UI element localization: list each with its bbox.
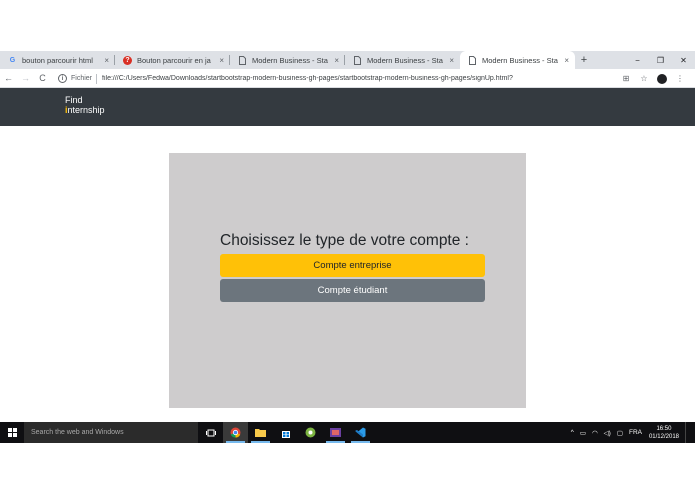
url-text[interactable]: file:///C:/Users/Fedwa/Downloads/startbo… xyxy=(102,75,513,82)
site-logo[interactable]: Find internship xyxy=(65,95,105,115)
taskbar: Search the web and Windows ^ ▭ ◠ ◁) ▢ FR xyxy=(0,422,695,443)
company-account-button[interactable]: Compte entreprise xyxy=(220,254,485,277)
logo-line2-text: nternship xyxy=(67,105,105,115)
file-explorer-icon[interactable] xyxy=(248,422,273,443)
chrome-icon[interactable] xyxy=(223,422,248,443)
menu-icon[interactable]: ⋮ xyxy=(671,69,689,88)
back-icon[interactable]: ← xyxy=(0,69,17,88)
scheme-label: Fichier xyxy=(71,75,93,82)
browser-tab-active[interactable]: Modern Business - Sta × xyxy=(460,51,575,69)
battery-icon[interactable]: ▭ xyxy=(580,429,586,437)
profile-avatar[interactable] xyxy=(657,73,667,84)
browser-tab[interactable]: ? Bouton parcourir en ja × xyxy=(115,51,230,69)
reload-icon[interactable]: C xyxy=(34,69,51,88)
tab-title: Modern Business - Sta xyxy=(482,55,558,65)
wifi-icon[interactable]: ◠ xyxy=(592,429,598,437)
system-tray: ^ ▭ ◠ ◁) ▢ FRA 16:50 01/12/2018 xyxy=(568,422,695,443)
tab-title: Bouton parcourir en ja xyxy=(137,55,211,65)
tab-title: bouton parcourir html xyxy=(22,55,93,65)
restore-icon[interactable]: ❐ xyxy=(649,51,672,69)
page-title: Choisissez le type de votre compte : xyxy=(220,232,469,249)
forward-icon[interactable]: → xyxy=(17,69,34,88)
divider xyxy=(96,73,98,84)
clock-date: 01/12/2018 xyxy=(648,433,679,440)
close-tab-icon[interactable]: × xyxy=(219,56,224,65)
clock-time: 16:50 xyxy=(656,425,672,432)
browser-tab[interactable]: G bouton parcourir html × xyxy=(0,51,115,69)
app-icon[interactable] xyxy=(298,422,323,443)
logo-line1: Find xyxy=(65,95,83,105)
tab-title: Modern Business - Sta xyxy=(252,55,328,65)
close-window-icon[interactable]: ✕ xyxy=(672,51,695,69)
browser-toolbar: ← → C i Fichier file:///C:/Users/Fedwa/D… xyxy=(0,69,695,88)
browser-tab-strip: G bouton parcourir html × ? Bouton parco… xyxy=(0,51,695,69)
windows-start-icon[interactable] xyxy=(0,422,24,443)
close-tab-icon[interactable]: × xyxy=(104,56,109,65)
browser-tab[interactable]: Modern Business - Sta × xyxy=(230,51,345,69)
toolbar-right: ⊞ ☆ ⋮ xyxy=(617,69,689,88)
taskbar-search-input[interactable]: Search the web and Windows xyxy=(24,422,198,443)
vscode-icon[interactable] xyxy=(348,422,373,443)
message-icon[interactable]: ▢ xyxy=(617,429,623,437)
close-tab-icon[interactable]: × xyxy=(564,56,569,65)
tab-title: Modern Business - Sta xyxy=(367,55,443,65)
student-account-button[interactable]: Compte étudiant xyxy=(220,279,485,302)
language-indicator[interactable]: FRA xyxy=(629,429,642,436)
media-app-icon[interactable] xyxy=(323,422,348,443)
page-icon xyxy=(353,55,362,65)
google-g-icon: G xyxy=(9,56,16,64)
store-icon[interactable] xyxy=(273,422,298,443)
new-tab-button[interactable]: + xyxy=(575,51,593,69)
volume-icon[interactable]: ◁) xyxy=(604,429,611,437)
question-icon: ? xyxy=(123,55,132,65)
task-view-icon[interactable] xyxy=(198,422,223,443)
clock[interactable]: 16:50 01/12/2018 xyxy=(649,425,679,441)
logo-line2: internship xyxy=(65,105,105,115)
close-tab-icon[interactable]: × xyxy=(334,56,339,65)
page-icon xyxy=(468,55,477,65)
close-tab-icon[interactable]: × xyxy=(449,56,454,65)
translate-icon[interactable]: ⊞ xyxy=(617,69,635,88)
page-icon xyxy=(238,55,247,65)
tray-chevron-icon[interactable]: ^ xyxy=(571,429,574,436)
show-desktop-button[interactable] xyxy=(685,422,695,443)
star-icon[interactable]: ☆ xyxy=(635,69,653,88)
screen: G bouton parcourir html × ? Bouton parco… xyxy=(0,0,695,494)
minimize-icon[interactable]: − xyxy=(626,51,649,69)
browser-tab[interactable]: Modern Business - Sta × xyxy=(345,51,460,69)
window-controls: − ❐ ✕ xyxy=(626,51,695,69)
info-icon[interactable]: i xyxy=(58,74,67,83)
address-bar[interactable]: i Fichier file:///C:/Users/Fedwa/Downloa… xyxy=(58,71,620,86)
